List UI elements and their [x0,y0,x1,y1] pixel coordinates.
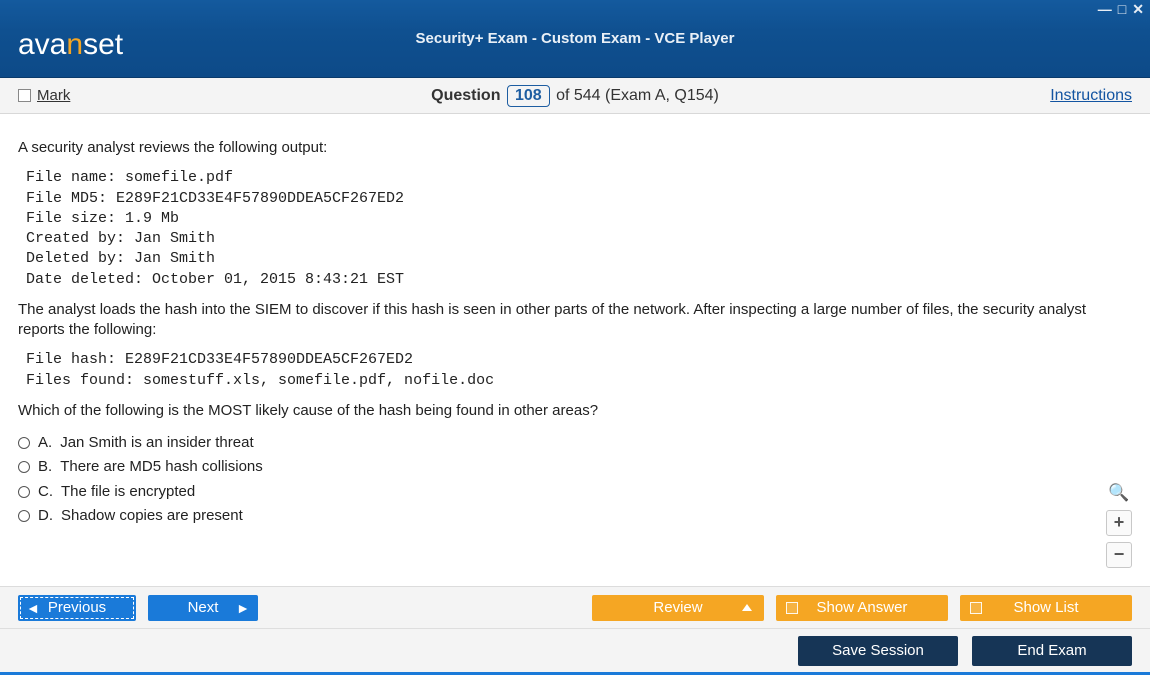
footer-bar: Save Session End Exam [0,628,1150,672]
question-word: Question [431,87,500,104]
option-b[interactable]: B. There are MD5 hash collisions [18,457,1132,477]
review-label: Review [653,599,702,616]
radio-icon[interactable] [18,461,30,473]
option-letter: B. [38,457,52,477]
window-title: Security+ Exam - Custom Exam - VCE Playe… [0,30,1150,47]
question-counter: Question 108 of 544 (Exam A, Q154) [0,85,1150,107]
search-icon[interactable]: 🔍 [1108,482,1130,504]
save-session-button[interactable]: Save Session [798,636,958,666]
radio-icon[interactable] [18,437,30,449]
chevron-left-icon: ◄ [26,600,40,616]
option-c[interactable]: C. The file is encrypted [18,482,1132,502]
option-a[interactable]: A. Jan Smith is an insider threat [18,433,1132,453]
show-answer-button[interactable]: Show Answer [776,595,948,621]
question-of-text: of 544 (Exam A, Q154) [556,87,719,104]
checkbox-icon[interactable] [786,602,798,614]
option-text: Shadow copies are present [61,506,243,526]
end-exam-button[interactable]: End Exam [972,636,1132,666]
next-label: Next [188,599,219,616]
question-content: A security analyst reviews the following… [0,114,1150,586]
question-intro: A security analyst reviews the following… [18,138,1132,158]
option-d[interactable]: D. Shadow copies are present [18,506,1132,526]
option-letter: C. [38,482,53,502]
info-bar: Mark Question 108 of 544 (Exam A, Q154) … [0,78,1150,114]
output-block-2: File hash: E289F21CD33E4F57890DDEA5CF267… [26,350,1132,391]
show-list-label: Show List [1013,599,1078,616]
zoom-in-button[interactable]: + [1106,510,1132,536]
radio-icon[interactable] [18,486,30,498]
chevron-right-icon: ► [236,600,250,616]
answer-options: A. Jan Smith is an insider threat B. The… [18,433,1132,526]
radio-icon[interactable] [18,510,30,522]
maximize-icon[interactable]: □ [1118,2,1126,16]
question-mid: The analyst loads the hash into the SIEM… [18,300,1132,341]
zoom-controls: 🔍 + − [1106,482,1132,568]
option-letter: D. [38,506,53,526]
next-button[interactable]: Next ► [148,595,258,621]
question-prompt: Which of the following is the MOST likel… [18,401,1132,421]
window-controls: — □ ✕ [1098,2,1144,16]
show-answer-label: Show Answer [817,599,908,616]
title-bar: avanset Security+ Exam - Custom Exam - V… [0,0,1150,78]
zoom-out-button[interactable]: − [1106,542,1132,568]
option-text: Jan Smith is an insider threat [60,433,253,453]
option-text: There are MD5 hash collisions [60,457,263,477]
option-text: The file is encrypted [61,482,195,502]
question-number-box: 108 [507,85,550,107]
review-button[interactable]: Review [592,595,764,621]
show-list-button[interactable]: Show List [960,595,1132,621]
nav-bar: ◄ Previous Next ► Review Show Answer Sho… [0,586,1150,628]
option-letter: A. [38,433,52,453]
output-block-1: File name: somefile.pdf File MD5: E289F2… [26,168,1132,290]
minimize-icon[interactable]: — [1098,2,1112,16]
triangle-up-icon [742,604,752,611]
checkbox-icon[interactable] [970,602,982,614]
previous-button[interactable]: ◄ Previous [18,595,136,621]
close-icon[interactable]: ✕ [1132,2,1144,16]
previous-label: Previous [48,599,106,616]
